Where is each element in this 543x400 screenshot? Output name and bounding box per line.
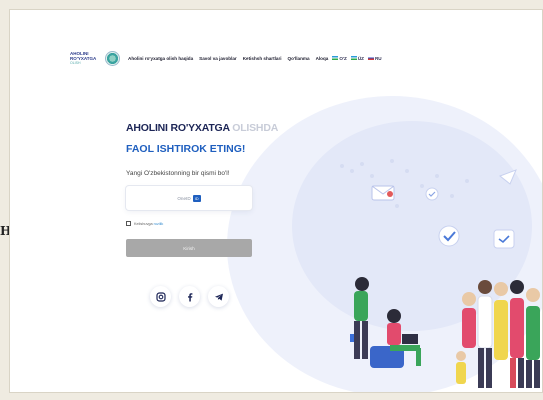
hero: AHOLINI RO'YXATGA OLISHDA FAOL ISHTIROK … xyxy=(62,40,542,392)
facebook-icon xyxy=(187,292,192,301)
check-bubble-icon xyxy=(493,229,515,249)
agreement-checkbox[interactable] xyxy=(126,221,131,226)
social-links xyxy=(150,286,229,307)
facebook-button[interactable] xyxy=(179,286,200,307)
instagram-button[interactable] xyxy=(150,286,171,307)
hero-tagline: Yangi O'zbekistonning bir qismi bo'l! xyxy=(126,170,230,177)
hero-subtitle: FAOL ISHTIROK ETING! xyxy=(126,143,246,155)
hero-title: AHOLINI RO'YXATGA OLISHDA xyxy=(126,122,279,134)
check-circle-small-icon xyxy=(425,187,439,201)
oneid-chip: ID xyxy=(192,194,201,202)
login-button[interactable]: Kirish xyxy=(126,239,252,257)
telegram-icon xyxy=(214,293,223,301)
agreement-row: Kelishuvga rozilik xyxy=(126,221,163,226)
mail-icon xyxy=(371,185,395,201)
instagram-icon xyxy=(155,291,166,302)
oneid-label: OneID xyxy=(177,195,191,201)
oneid-login-card[interactable]: OneID ID xyxy=(126,186,252,210)
agreement-text: Kelishuvga xyxy=(134,221,153,226)
agreement-link[interactable]: rozilik xyxy=(154,222,164,226)
telegram-button[interactable] xyxy=(208,286,229,307)
screenshot-frame: AHOLINI RO'YXATGA OLISH Aholini ro'yxatg… xyxy=(9,9,543,393)
check-badge-icon xyxy=(438,225,460,247)
page: AHOLINI RO'YXATGA OLISH Aholini ro'yxatg… xyxy=(62,40,542,392)
